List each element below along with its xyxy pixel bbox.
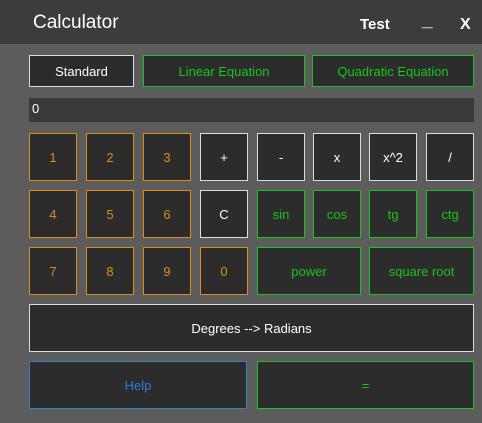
digit-5-button[interactable]: 5 [86, 190, 134, 238]
digit-2-button[interactable]: 2 [86, 133, 134, 181]
cos-button[interactable]: cos [313, 190, 361, 238]
multiply-button[interactable]: x [313, 133, 361, 181]
close-button[interactable]: X [460, 16, 471, 34]
help-button[interactable]: Help [29, 361, 247, 409]
degrees-to-radians-button[interactable]: Degrees --> Radians [29, 304, 474, 352]
ctg-button[interactable]: ctg [426, 190, 474, 238]
result-display: 0 [29, 98, 474, 122]
square-button[interactable]: x^2 [369, 133, 417, 181]
minus-button[interactable]: - [257, 133, 305, 181]
test-button[interactable]: Test [360, 16, 390, 33]
digit-7-button[interactable]: 7 [29, 247, 77, 295]
plus-button[interactable]: + [200, 133, 248, 181]
linear-equation-button[interactable]: Linear Equation [143, 55, 305, 87]
clear-button[interactable]: C [200, 190, 248, 238]
calculator-window: Calculator Test _ X Standard Linear Equa… [0, 0, 482, 423]
digit-8-button[interactable]: 8 [86, 247, 134, 295]
power-button[interactable]: power [257, 247, 361, 295]
standard-mode-button[interactable]: Standard [29, 55, 134, 87]
digit-0-button[interactable]: 0 [200, 247, 248, 295]
tg-button[interactable]: tg [369, 190, 417, 238]
minimize-button[interactable]: _ [422, 10, 433, 32]
digit-3-button[interactable]: 3 [143, 133, 191, 181]
sin-button[interactable]: sin [257, 190, 305, 238]
title-bar[interactable]: Calculator Test _ X [0, 0, 482, 44]
digit-6-button[interactable]: 6 [143, 190, 191, 238]
square-root-button[interactable]: square root [369, 247, 474, 295]
equals-button[interactable]: = [257, 361, 474, 409]
digit-9-button[interactable]: 9 [143, 247, 191, 295]
digit-1-button[interactable]: 1 [29, 133, 77, 181]
quadratic-equation-button[interactable]: Quadratic Equation [312, 55, 474, 87]
app-title: Calculator [33, 12, 119, 33]
digit-4-button[interactable]: 4 [29, 190, 77, 238]
divide-button[interactable]: / [426, 133, 474, 181]
